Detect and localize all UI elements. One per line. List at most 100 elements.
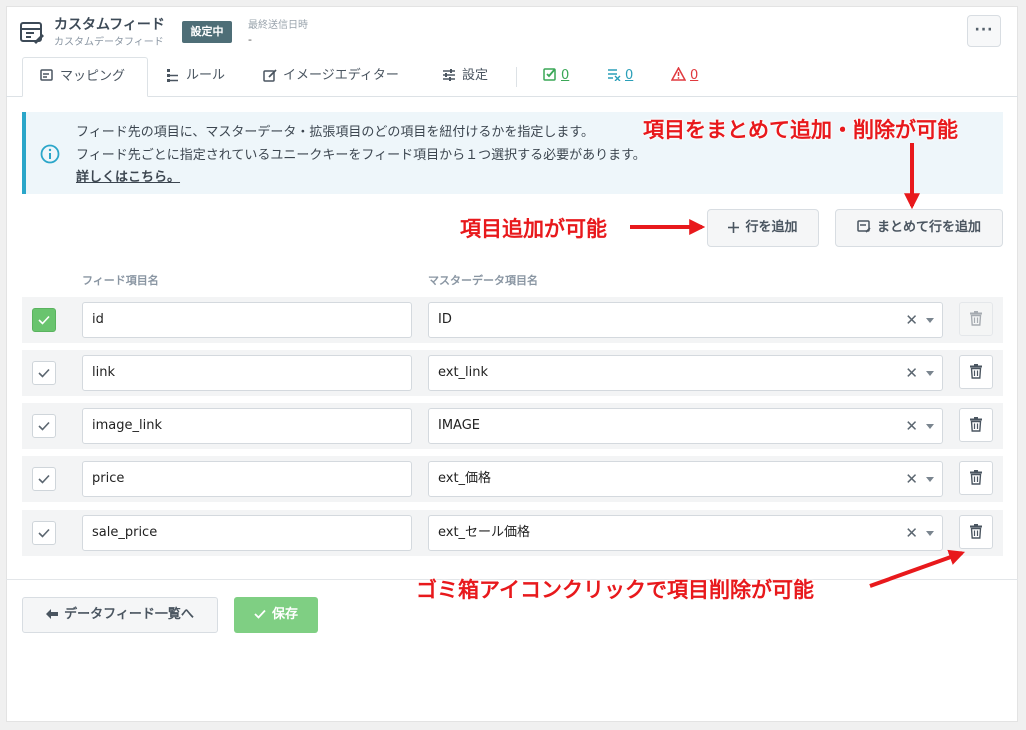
info-text-line1: フィード先の項目に、マスターデータ・拡張項目のどの項目を紐付けるかを指定します。 bbox=[76, 125, 595, 140]
add-row-button[interactable]: 行を追加 bbox=[707, 209, 819, 247]
list-x-icon bbox=[608, 69, 621, 82]
more-options-button[interactable]: ··· bbox=[967, 15, 1001, 47]
check-icon bbox=[38, 421, 50, 431]
chevron-down-icon[interactable] bbox=[926, 371, 934, 376]
info-more-link[interactable]: 詳しくはこちら。 bbox=[76, 166, 180, 185]
delete-row-button[interactable] bbox=[959, 461, 993, 495]
plus-icon bbox=[728, 222, 740, 233]
master-field-select[interactable]: ext_価格 ✕ bbox=[428, 461, 943, 497]
annotation-trash: ゴミ箱アイコンクリックで項目削除が可能 bbox=[416, 578, 814, 602]
chevron-down-icon[interactable] bbox=[926, 477, 934, 482]
page-subtitle: カスタムデータフィード bbox=[54, 37, 164, 48]
master-field-value: IMAGE bbox=[438, 418, 481, 433]
table-row: sale_price ext_セール価格 ✕ bbox=[22, 510, 1003, 556]
ok-count-value: 0 bbox=[561, 68, 570, 83]
unique-key-checkbox[interactable] bbox=[32, 521, 56, 545]
info-icon bbox=[40, 144, 60, 164]
status-badge: 設定中 bbox=[182, 21, 232, 43]
image-editor-icon bbox=[263, 69, 277, 82]
info-text-line2: フィード先ごとに指定されているユニークキーをフィード項目から１つ選択する必要があ… bbox=[76, 148, 646, 163]
trash-icon bbox=[970, 524, 982, 539]
clear-icon[interactable]: ✕ bbox=[905, 516, 918, 550]
save-button[interactable]: 保存 bbox=[234, 597, 318, 633]
save-label: 保存 bbox=[271, 607, 298, 622]
ok-count[interactable]: 0 bbox=[543, 57, 569, 97]
master-field-select[interactable]: ext_セール価格 ✕ bbox=[428, 515, 943, 551]
annotation-add: 項目追加が可能 bbox=[460, 217, 607, 241]
feed-field-input[interactable]: id bbox=[82, 302, 412, 338]
trash-icon bbox=[970, 311, 982, 326]
tab-rule[interactable]: ルール bbox=[166, 57, 225, 97]
excluded-count-value: 0 bbox=[625, 68, 634, 83]
settings-sliders-icon bbox=[443, 69, 455, 81]
check-list-icon bbox=[543, 68, 556, 81]
delete-row-button[interactable] bbox=[959, 515, 993, 549]
column-header-master: マスターデータ項目名 bbox=[428, 274, 538, 287]
tab-image-editor-label: イメージエディター bbox=[283, 68, 399, 83]
page-title: カスタムフィード bbox=[54, 17, 165, 33]
bulk-add-icon bbox=[857, 220, 871, 233]
check-icon bbox=[38, 474, 50, 484]
unique-key-checkbox[interactable] bbox=[32, 414, 56, 438]
tab-settings[interactable]: 設定 bbox=[442, 57, 488, 97]
feed-field-input[interactable]: link bbox=[82, 355, 412, 391]
master-field-select[interactable]: ID ✕ bbox=[428, 302, 943, 338]
chevron-down-icon[interactable] bbox=[926, 424, 934, 429]
feed-field-input[interactable]: price bbox=[82, 461, 412, 497]
custom-feed-icon bbox=[20, 22, 44, 44]
check-icon bbox=[38, 315, 50, 325]
check-icon bbox=[38, 528, 50, 538]
chevron-down-icon[interactable] bbox=[926, 318, 934, 323]
tab-mapping[interactable]: マッピング bbox=[22, 57, 148, 97]
mapping-icon bbox=[40, 69, 53, 81]
clear-icon[interactable]: ✕ bbox=[905, 356, 918, 390]
master-field-value: ext_link bbox=[438, 365, 489, 380]
unique-key-checkbox[interactable] bbox=[32, 467, 56, 491]
check-icon bbox=[254, 609, 266, 619]
warning-count[interactable]: 0 bbox=[670, 57, 699, 97]
arrow-left-icon bbox=[46, 609, 59, 619]
excluded-count[interactable]: 0 bbox=[607, 57, 633, 97]
clear-icon[interactable]: ✕ bbox=[905, 409, 918, 443]
unique-key-checkbox[interactable] bbox=[32, 308, 56, 332]
master-field-select[interactable]: IMAGE ✕ bbox=[428, 408, 943, 444]
last-sent-value: - bbox=[248, 33, 252, 46]
table-row: link ext_link ✕ bbox=[22, 350, 1003, 396]
bulk-add-label: まとめて行を追加 bbox=[876, 220, 981, 235]
chevron-down-icon[interactable] bbox=[926, 531, 934, 536]
master-field-value: ext_セール価格 bbox=[438, 525, 531, 540]
warning-icon bbox=[670, 66, 687, 81]
tab-mapping-label: マッピング bbox=[60, 69, 126, 84]
unique-key-checkbox[interactable] bbox=[32, 361, 56, 385]
tab-bar: マッピング ルール イメージエディター 設定 0 0 0 bbox=[0, 57, 1026, 97]
rule-icon bbox=[167, 69, 178, 82]
table-row: price ext_価格 ✕ bbox=[22, 456, 1003, 502]
table-row: image_link IMAGE ✕ bbox=[22, 403, 1003, 449]
trash-icon bbox=[970, 364, 982, 379]
feed-field-input[interactable]: image_link bbox=[82, 408, 412, 444]
table-row: id ID ✕ bbox=[22, 297, 1003, 343]
column-header-feed: フィード項目名 bbox=[82, 274, 159, 287]
delete-row-button[interactable] bbox=[959, 355, 993, 389]
trash-icon bbox=[970, 470, 982, 485]
master-field-value: ext_価格 bbox=[438, 471, 492, 486]
delete-row-button[interactable] bbox=[959, 408, 993, 442]
back-label: データフィード一覧へ bbox=[64, 607, 194, 622]
trash-icon bbox=[970, 417, 982, 432]
tab-separator bbox=[516, 67, 517, 87]
delete-row-button[interactable] bbox=[959, 302, 993, 336]
back-to-feed-list-button[interactable]: データフィード一覧へ bbox=[22, 597, 218, 633]
bulk-add-rows-button[interactable]: まとめて行を追加 bbox=[835, 209, 1003, 247]
master-field-value: ID bbox=[438, 312, 452, 327]
master-field-select[interactable]: ext_link ✕ bbox=[428, 355, 943, 391]
last-sent-label: 最終送信日時 bbox=[248, 20, 308, 31]
tab-image-editor[interactable]: イメージエディター bbox=[263, 57, 399, 97]
tab-settings-label: 設定 bbox=[462, 68, 489, 83]
tab-rule-label: ルール bbox=[186, 68, 226, 83]
feed-field-input[interactable]: sale_price bbox=[82, 515, 412, 551]
clear-icon[interactable]: ✕ bbox=[905, 303, 918, 337]
annotation-bulk: 項目をまとめて追加・削除が可能 bbox=[643, 118, 958, 142]
warning-count-value: 0 bbox=[690, 68, 699, 83]
clear-icon[interactable]: ✕ bbox=[905, 462, 918, 496]
add-row-label: 行を追加 bbox=[745, 220, 798, 235]
